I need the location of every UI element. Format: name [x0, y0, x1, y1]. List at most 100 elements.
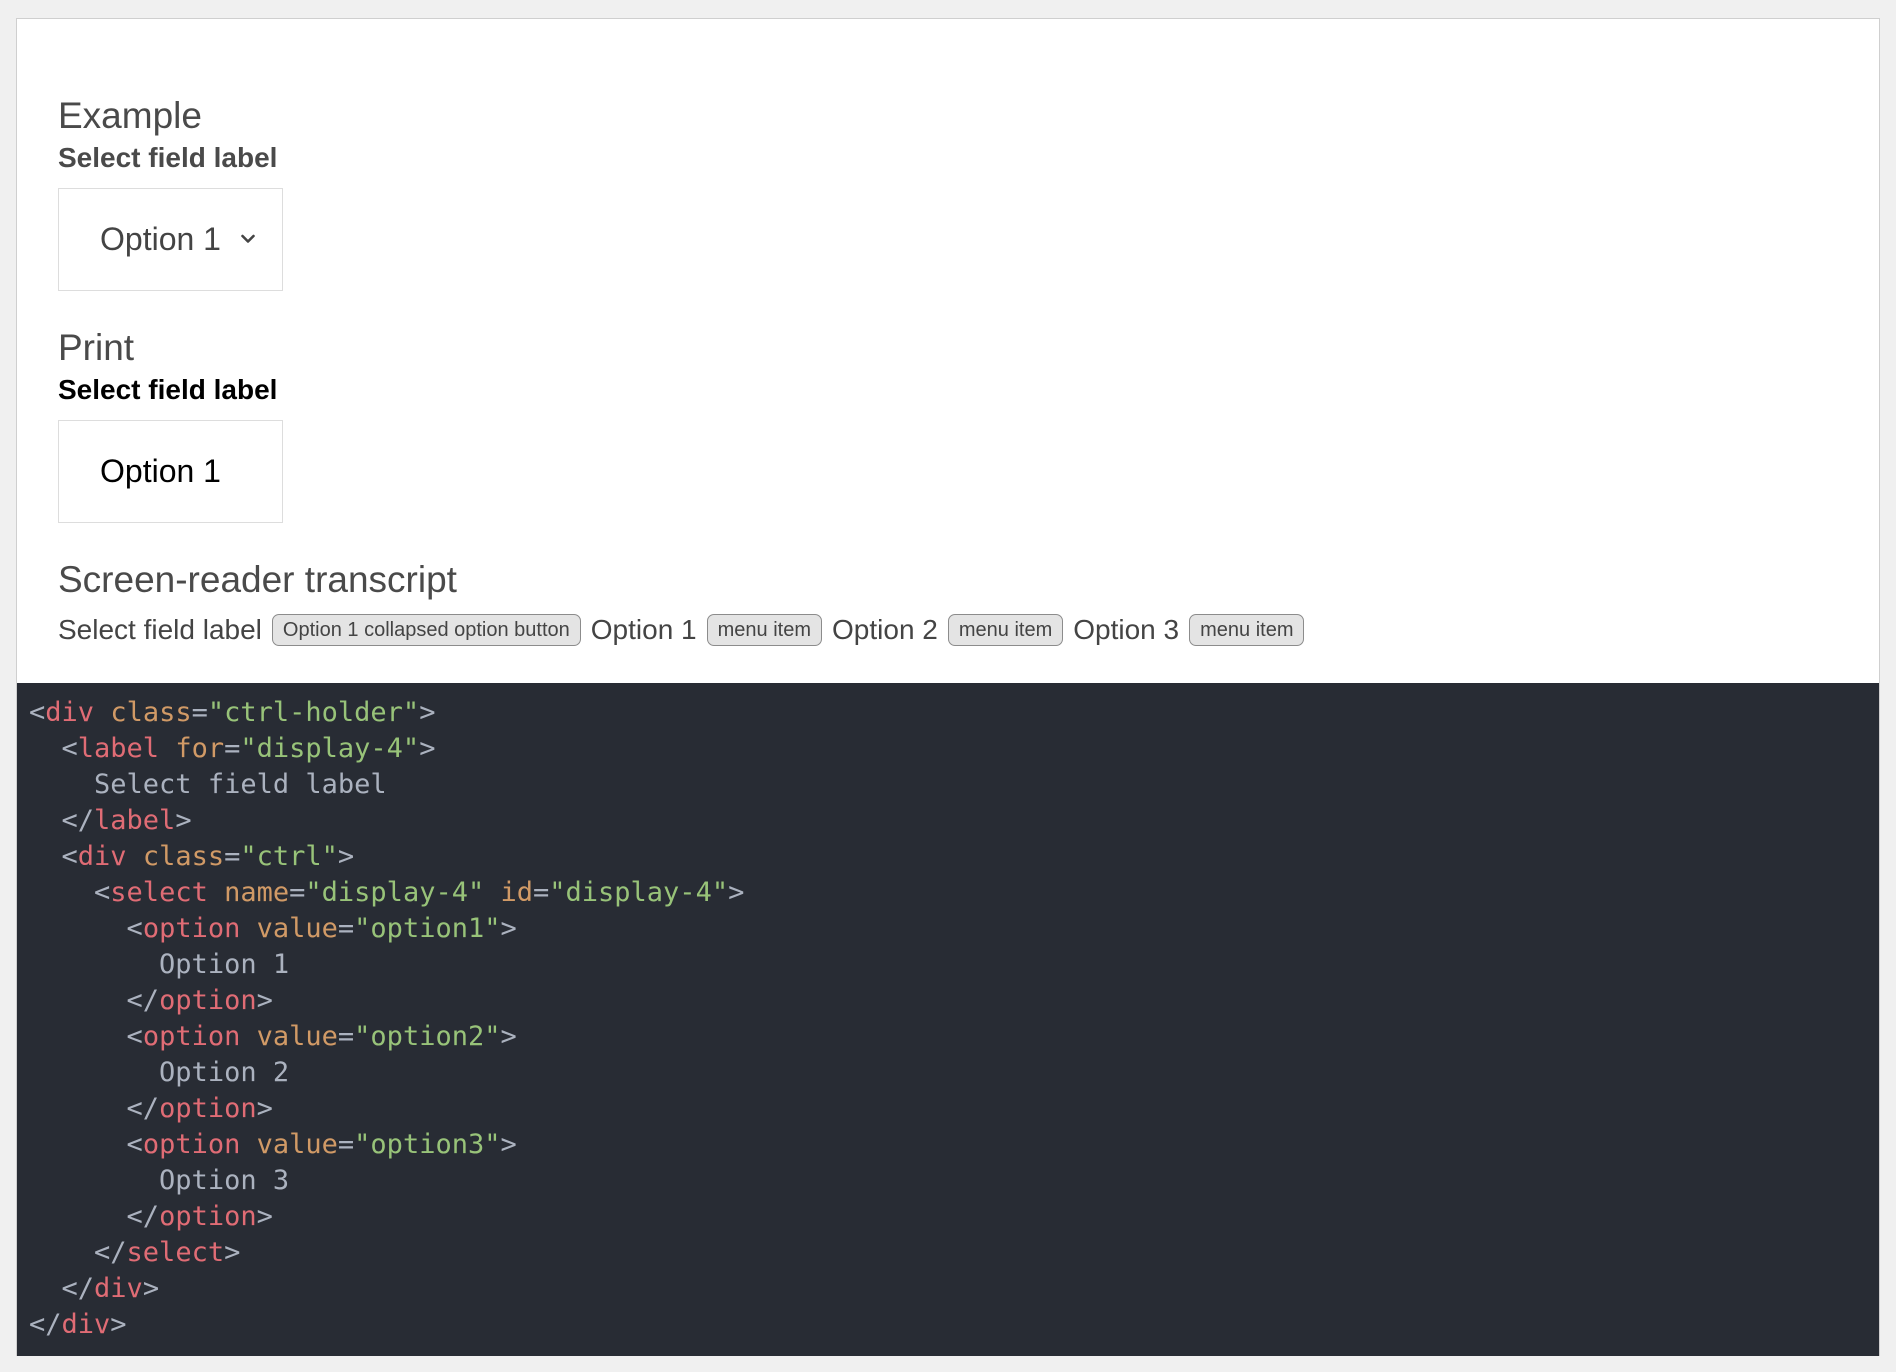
code-line: </div> — [29, 1307, 1879, 1343]
code-tag: option — [159, 1201, 257, 1232]
code-punct: > — [256, 1093, 273, 1124]
code-string: "display-4" — [305, 877, 485, 908]
code-tag: option — [159, 1093, 257, 1124]
code-tag: option — [142, 913, 241, 944]
code-line: <option value="option3"> — [29, 1127, 1879, 1163]
code-punct: > — [175, 805, 192, 836]
code-text: Option 1 — [159, 949, 290, 980]
code-tag: option — [159, 985, 257, 1016]
code-punct: > — [728, 877, 745, 908]
code-punct: < — [126, 1129, 143, 1160]
transcript-item-text: Option 3 — [1073, 614, 1180, 645]
code-punct: </ — [126, 1201, 160, 1232]
code-string: "option1" — [354, 913, 501, 944]
code-punct: = — [224, 733, 241, 764]
code-punct: = — [191, 697, 208, 728]
code-block: <div class="ctrl-holder"> <label for="di… — [17, 683, 1879, 1356]
code-string: "option3" — [354, 1129, 501, 1160]
code-tag: div — [45, 697, 95, 728]
code-line: </div> — [29, 1271, 1879, 1307]
code-line: Option 1 — [29, 947, 1879, 983]
code-string: "option2" — [354, 1021, 501, 1052]
code-punct: = — [533, 877, 550, 908]
code-line: Select field label — [29, 767, 1879, 803]
code-punct: < — [61, 841, 78, 872]
demo-panel: Example Select field label Option 1 Prin… — [16, 18, 1880, 1356]
code-line: </option> — [29, 983, 1879, 1019]
code-line: </label> — [29, 803, 1879, 839]
code-punct: > — [256, 1201, 273, 1232]
code-attr: value — [256, 1021, 338, 1052]
code-punct: < — [126, 913, 143, 944]
code-line: Option 2 — [29, 1055, 1879, 1091]
code-punct: </ — [61, 1273, 95, 1304]
code-line: <div class="ctrl"> — [29, 839, 1879, 875]
code-punct: < — [29, 697, 46, 728]
code-punct: > — [110, 1309, 127, 1340]
code-line: </option> — [29, 1091, 1879, 1127]
transcript-item-badge: menu item — [706, 614, 823, 646]
code-line: <label for="display-4"> — [29, 731, 1879, 767]
code-tag: div — [61, 1309, 111, 1340]
code-punct: > — [500, 913, 517, 944]
code-punct: > — [419, 733, 436, 764]
transcript-label-text: Select field label — [58, 614, 262, 645]
transcript-item-badge: menu item — [1189, 614, 1305, 646]
code-punct: < — [126, 1021, 143, 1052]
transcript-button-badge: Option 1 collapsed option button — [271, 614, 581, 646]
code-punct: = — [289, 877, 306, 908]
example-select[interactable]: Option 1 — [58, 188, 283, 291]
code-punct: = — [224, 841, 241, 872]
code-punct: </ — [126, 1093, 160, 1124]
example-heading: Example — [58, 95, 202, 136]
print-heading: Print — [58, 327, 135, 368]
code-punct: > — [256, 985, 273, 1016]
code-punct: = — [337, 1129, 355, 1160]
code-punct: = — [337, 1021, 355, 1052]
code-line: Option 3 — [29, 1163, 1879, 1199]
transcript-item-text: Option 1 — [590, 614, 697, 645]
code-tag: select — [110, 877, 208, 908]
transcript-item-badge: menu item — [947, 614, 1064, 646]
code-line: </option> — [29, 1199, 1879, 1235]
code-line: </select> — [29, 1235, 1879, 1271]
code-punct: </ — [61, 805, 95, 836]
code-punct: < — [94, 877, 111, 908]
example-field-label: Select field label — [58, 142, 278, 173]
code-punct: > — [224, 1237, 241, 1268]
chevron-down-icon — [241, 234, 255, 243]
print-field-label: Select field label — [58, 374, 278, 405]
transcript-row: Select field label Option 1 collapsed op… — [58, 610, 1305, 650]
code-string: "ctrl" — [240, 841, 338, 872]
code-punct: </ — [94, 1237, 127, 1268]
code-punct: = — [337, 913, 355, 944]
print-select-value: Option 1 — [100, 453, 221, 489]
code-attr: value — [256, 913, 338, 944]
code-punct: </ — [126, 985, 160, 1016]
code-tag: label — [77, 733, 160, 764]
code-tag: option — [142, 1021, 241, 1052]
transcript-heading: Screen-reader transcript — [58, 559, 457, 600]
code-attr: for — [175, 733, 225, 764]
code-tag: div — [77, 841, 127, 872]
code-punct: > — [500, 1021, 517, 1052]
code-text: Option 2 — [159, 1057, 290, 1088]
code-tag: label — [94, 805, 176, 836]
code-text: Select field label — [94, 769, 387, 800]
code-line: <option value="option1"> — [29, 911, 1879, 947]
code-attr: name — [224, 877, 290, 908]
code-punct: > — [337, 841, 355, 872]
code-tag: select — [126, 1237, 225, 1268]
code-punct: < — [61, 733, 78, 764]
code-tag: div — [94, 1273, 143, 1304]
code-punct: > — [419, 697, 436, 728]
code-attr: value — [256, 1129, 338, 1160]
code-text: Option 3 — [159, 1165, 290, 1196]
code-string: "display-4" — [240, 733, 420, 764]
code-punct: > — [142, 1273, 160, 1304]
code-punct: > — [500, 1129, 517, 1160]
code-attr: class — [110, 697, 192, 728]
code-attr: id — [500, 877, 533, 908]
example-select-value: Option 1 — [100, 221, 221, 257]
code-string: "ctrl-holder" — [207, 697, 420, 728]
